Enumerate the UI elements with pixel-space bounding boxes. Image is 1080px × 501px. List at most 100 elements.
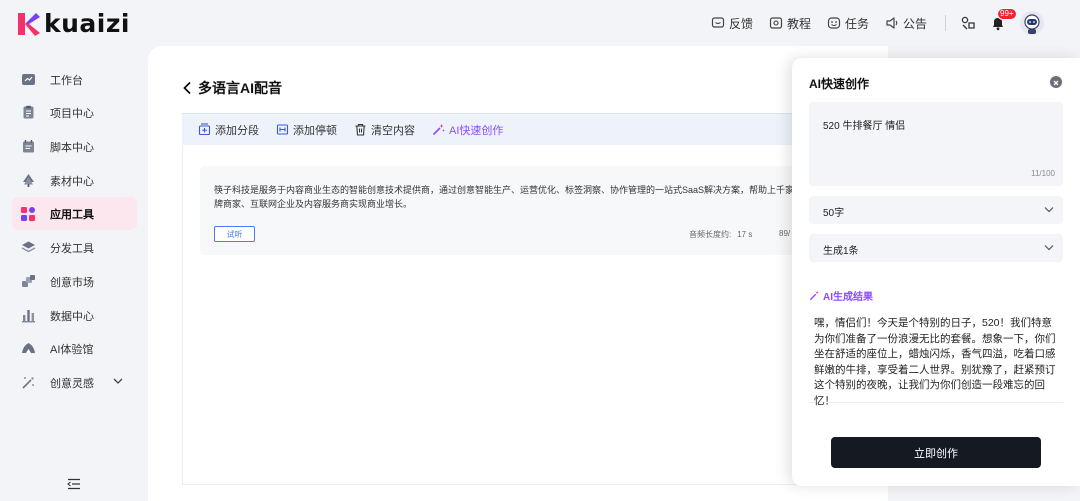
add-segment-label: 添加分段 [215, 124, 259, 137]
feedback-link[interactable]: 反馈 [711, 15, 753, 32]
audio-duration: 音频长度约: 17 s [689, 229, 752, 240]
magic-wand-icon [809, 290, 819, 301]
app-tools-icon [20, 206, 36, 222]
magic-wand-icon [432, 124, 445, 136]
page-title: 多语言AI配音 [198, 80, 282, 96]
sidebar-item-distribution[interactable]: 分发工具 [12, 231, 137, 264]
logo-text: kuaizi [44, 9, 130, 38]
feedback-icon [711, 17, 725, 28]
add-pause-label: 添加停顿 [293, 124, 337, 137]
clear-content-button[interactable]: 清空内容 [354, 122, 415, 138]
audio-duration-value: 17 s [737, 230, 753, 239]
sidebar-item-materials[interactable]: 素材中心 [12, 164, 137, 197]
chevron-left-icon [183, 81, 191, 95]
sidebar-item-market[interactable]: 创意市场 [12, 265, 137, 298]
sidebar-item-label: 创意市场 [50, 276, 94, 289]
logo[interactable]: kuaizi [16, 9, 130, 38]
drawer-title: AI快速创作 [809, 77, 870, 91]
sidebar-item-label: 素材中心 [50, 175, 94, 188]
prompt-value: 520 牛排餐厅 情侣 [823, 121, 906, 132]
add-pause-icon [276, 124, 289, 135]
sidebar-item-label: AI体验馆 [50, 343, 94, 356]
announcement-link[interactable]: 公告 [885, 15, 927, 32]
distribution-icon [20, 240, 36, 256]
ai-result-box[interactable]: 嘿，情侣们！今天是个特别的日子，520！我们特意为你们准备了一份浪漫无比的套餐。… [809, 309, 1063, 407]
dashboard-icon [20, 72, 36, 88]
sidebar: 工作台 项目中心 脚本中心 素材中心 应用工具 分发工具 创意市场 数据中心 A… [0, 46, 148, 501]
sidebar-item-projects[interactable]: 项目中心 [12, 96, 137, 129]
sidebar-item-ai-hall[interactable]: AI体验馆 [12, 332, 137, 365]
close-icon [1053, 80, 1059, 86]
chevron-down-icon [113, 378, 123, 384]
task-icon [827, 17, 841, 29]
top-actions: 反馈 教程 任务 公告 99+ [711, 8, 1044, 35]
sidebar-item-label: 分发工具 [50, 242, 94, 255]
apps-button[interactable] [960, 15, 976, 31]
trash-icon [355, 123, 366, 136]
ai-hall-icon [20, 341, 36, 357]
editor-area: 筷子科技是服务于内容商业生态的智能创意技术提供商，通过创意智能生产、运营优化、标… [182, 145, 803, 485]
ai-result-text: 嘿，情侣们！今天是个特别的日子，520！我们特意为你们准备了一份浪漫无比的套餐。… [814, 317, 1056, 407]
kuaizi-logo-icon [18, 12, 40, 36]
text-segment[interactable]: 筷子科技是服务于内容商业生态的智能创意技术提供商，通过创意智能生产、运营优化、标… [200, 166, 803, 255]
prompt-char-count: 11/100 [1031, 169, 1055, 178]
try-listen-button[interactable]: 试听 [214, 226, 255, 242]
ai-quick-create-button[interactable]: AI快速创作 [432, 122, 503, 138]
collapse-sidebar-icon[interactable] [67, 478, 81, 490]
segment-text[interactable]: 筷子科技是服务于内容商业生态的智能创意技术提供商，通过创意智能生产、运营优化、标… [214, 183, 804, 213]
apps-icon [961, 16, 975, 30]
chevron-down-icon [1044, 245, 1054, 251]
sidebar-item-label: 创意灵感 [50, 377, 94, 390]
notification-badge: 99+ [997, 8, 1017, 20]
sidebar-item-data[interactable]: 数据中心 [12, 299, 137, 332]
sidebar-item-label: 项目中心 [50, 107, 94, 120]
sidebar-item-label: 工作台 [50, 74, 83, 87]
add-pause-button[interactable]: 添加停顿 [276, 122, 337, 138]
sidebar-item-label: 数据中心 [50, 310, 94, 323]
sidebar-item-label: 应用工具 [50, 208, 94, 221]
avatar[interactable] [1020, 11, 1044, 35]
ai-result-label: AI生成结果 [823, 292, 873, 303]
announcement-icon [886, 17, 898, 29]
inspiration-icon [20, 375, 36, 391]
sidebar-item-workbench[interactable]: 工作台 [12, 63, 137, 96]
tutorial-label: 教程 [786, 16, 811, 31]
market-icon [20, 274, 36, 290]
robot-avatar-icon [1024, 14, 1040, 34]
project-icon [20, 105, 36, 121]
data-icon [20, 308, 36, 324]
main-panel: 多语言AI配音 添加分段 添加停顿 清空内容 AI快速创作 筷子科技是服务于内容… [148, 46, 888, 501]
task-link[interactable]: 任务 [827, 15, 869, 32]
ai-quick-create-drawer: AI快速创作 520 牛排餐厅 情侣 11/100 50字 生成1条 AI生成结… [792, 58, 1080, 486]
notification-button[interactable]: 99+ [990, 8, 1017, 31]
length-select-value: 50字 [823, 208, 845, 219]
task-label: 任务 [844, 16, 869, 31]
add-segment-button[interactable]: 添加分段 [198, 122, 259, 138]
create-now-button[interactable]: 立即创作 [831, 437, 1041, 468]
close-button[interactable] [1050, 76, 1062, 88]
feedback-label: 反馈 [728, 16, 753, 31]
announcement-label: 公告 [902, 16, 927, 31]
script-icon [20, 139, 36, 155]
length-select[interactable]: 50字 [809, 196, 1063, 224]
ai-result-heading: AI生成结果 [809, 288, 873, 303]
add-segment-icon [198, 123, 211, 136]
sidebar-item-inspiration[interactable]: 创意灵感 [12, 366, 137, 399]
editor-toolbar: 添加分段 添加停顿 清空内容 AI快速创作 [182, 113, 802, 145]
top-header: kuaizi 反馈 教程 任务 公告 99+ [0, 0, 1080, 46]
quantity-select-value: 生成1条 [823, 246, 859, 257]
quantity-select[interactable]: 生成1条 [809, 234, 1063, 262]
tutorial-link[interactable]: 教程 [769, 15, 811, 32]
header-divider [945, 15, 946, 31]
sidebar-item-label: 脚本中心 [50, 141, 94, 154]
tutorial-icon [769, 17, 783, 29]
material-icon [20, 173, 36, 189]
segment-char-count: 89/ [779, 229, 791, 238]
sidebar-item-app-tools[interactable]: 应用工具 [12, 197, 137, 230]
audio-duration-label: 音频长度约: [689, 230, 732, 239]
back-button[interactable]: 多语言AI配音 [182, 78, 282, 98]
sidebar-item-scripts[interactable]: 脚本中心 [12, 130, 137, 163]
clear-content-label: 清空内容 [371, 124, 415, 137]
ai-quick-create-label: AI快速创作 [449, 124, 504, 137]
prompt-input[interactable]: 520 牛排餐厅 情侣 11/100 [809, 102, 1063, 186]
